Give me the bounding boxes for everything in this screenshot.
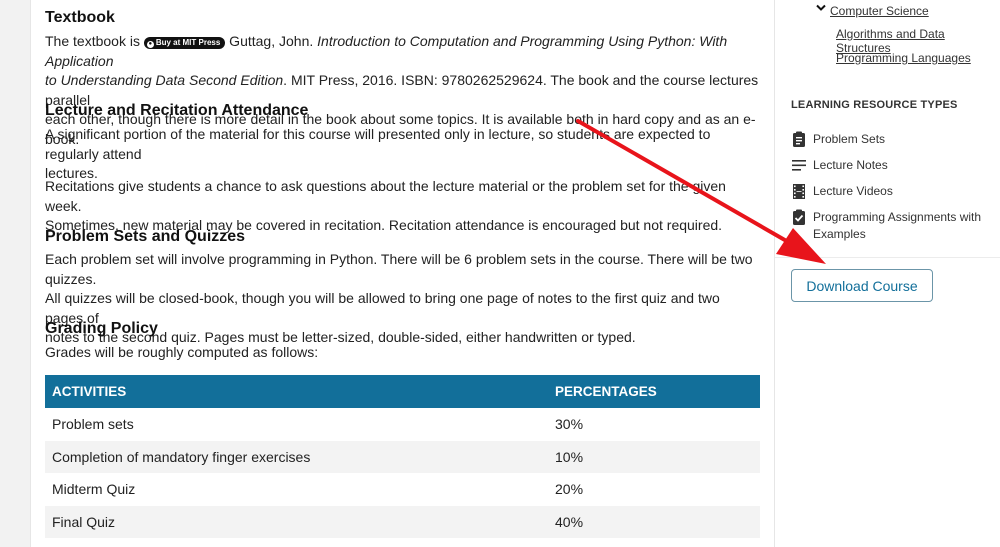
attendance-paragraph-2: Recitations give students a chance to as… <box>45 177 761 236</box>
resource-label: Lecture Videos <box>813 184 893 198</box>
clipboard-list-icon <box>791 131 807 147</box>
left-gutter <box>0 0 31 547</box>
table-row: Midterm Quiz 20% <box>45 473 760 506</box>
resource-item-problem-sets[interactable]: Problem Sets <box>791 131 993 148</box>
grading-intro: Grades will be roughly computed as follo… <box>45 344 319 360</box>
topic-link-programming-languages[interactable]: Programming Languages <box>836 51 971 65</box>
column-header-percentages: PERCENTAGES <box>548 375 760 408</box>
table-row: Problem sets 30% <box>45 408 760 441</box>
problem-sets-line1: Each problem set will involve programmin… <box>45 251 753 287</box>
resource-types-title: LEARNING RESOURCE TYPES <box>791 99 958 111</box>
attendance-heading: Lecture and Recitation Attendance <box>45 102 309 119</box>
column-header-activities: ACTIVITIES <box>45 375 548 408</box>
chevron-down-icon[interactable] <box>816 3 826 15</box>
table-row: Final Quiz 40% <box>45 505 760 538</box>
percentage-cell: 40% <box>548 505 760 538</box>
clipboard-check-icon <box>791 209 807 225</box>
table-row: Completion of mandatory finger exercises… <box>45 440 760 473</box>
topic-link-computer-science[interactable]: Computer Science <box>830 4 929 18</box>
resource-label: Lecture Notes <box>813 158 888 172</box>
attendance-p2-line1: Recitations give students a chance to as… <box>45 178 726 214</box>
resource-item-lecture-notes[interactable]: Lecture Notes <box>791 157 993 174</box>
badge-label: Buy at MIT Press <box>155 38 221 47</box>
resource-item-programming-assignments[interactable]: Programming Assignments with Examples <box>791 209 993 243</box>
sidebar-divider <box>775 257 1000 258</box>
activity-cell: Problem sets <box>52 416 134 433</box>
textbook-intro: The textbook is <box>45 33 144 49</box>
textbook-title-2: to Understanding Data Second Edition <box>45 72 284 88</box>
resource-item-lecture-videos[interactable]: Lecture Videos <box>791 183 993 200</box>
resource-label: Problem Sets <box>813 132 886 146</box>
activity-cell: Final Quiz <box>45 505 548 538</box>
lines-icon <box>791 157 807 173</box>
activity-cell: Completion of mandatory finger exercises <box>45 440 548 473</box>
grading-table: ACTIVITIES PERCENTAGES Problem sets 30% … <box>45 375 760 538</box>
attendance-p1-line1: A significant portion of the material fo… <box>45 126 711 162</box>
sidebar: Computer Science Algorithms and Data Str… <box>774 0 1000 547</box>
percentage-cell: 30% <box>555 416 584 433</box>
table-header-row: ACTIVITIES PERCENTAGES <box>45 375 760 408</box>
activity-cell: Midterm Quiz <box>52 481 136 498</box>
download-course-button[interactable]: Download Course <box>791 269 933 302</box>
cart-icon: ● <box>146 41 154 48</box>
percentage-cell: 20% <box>555 481 584 498</box>
percentage-cell: 10% <box>548 440 760 473</box>
film-icon <box>791 183 807 199</box>
textbook-author: Guttag, John. <box>225 33 318 49</box>
buy-at-mit-press-badge[interactable]: ● Buy at MIT Press <box>143 37 226 49</box>
grading-heading: Grading Policy <box>45 320 158 337</box>
attendance-paragraph-1: A significant portion of the material fo… <box>45 125 761 184</box>
problem-sets-heading: Problem Sets and Quizzes <box>45 228 246 245</box>
resource-label: Programming Assignments with Examples <box>813 210 982 241</box>
textbook-heading: Textbook <box>45 9 115 26</box>
